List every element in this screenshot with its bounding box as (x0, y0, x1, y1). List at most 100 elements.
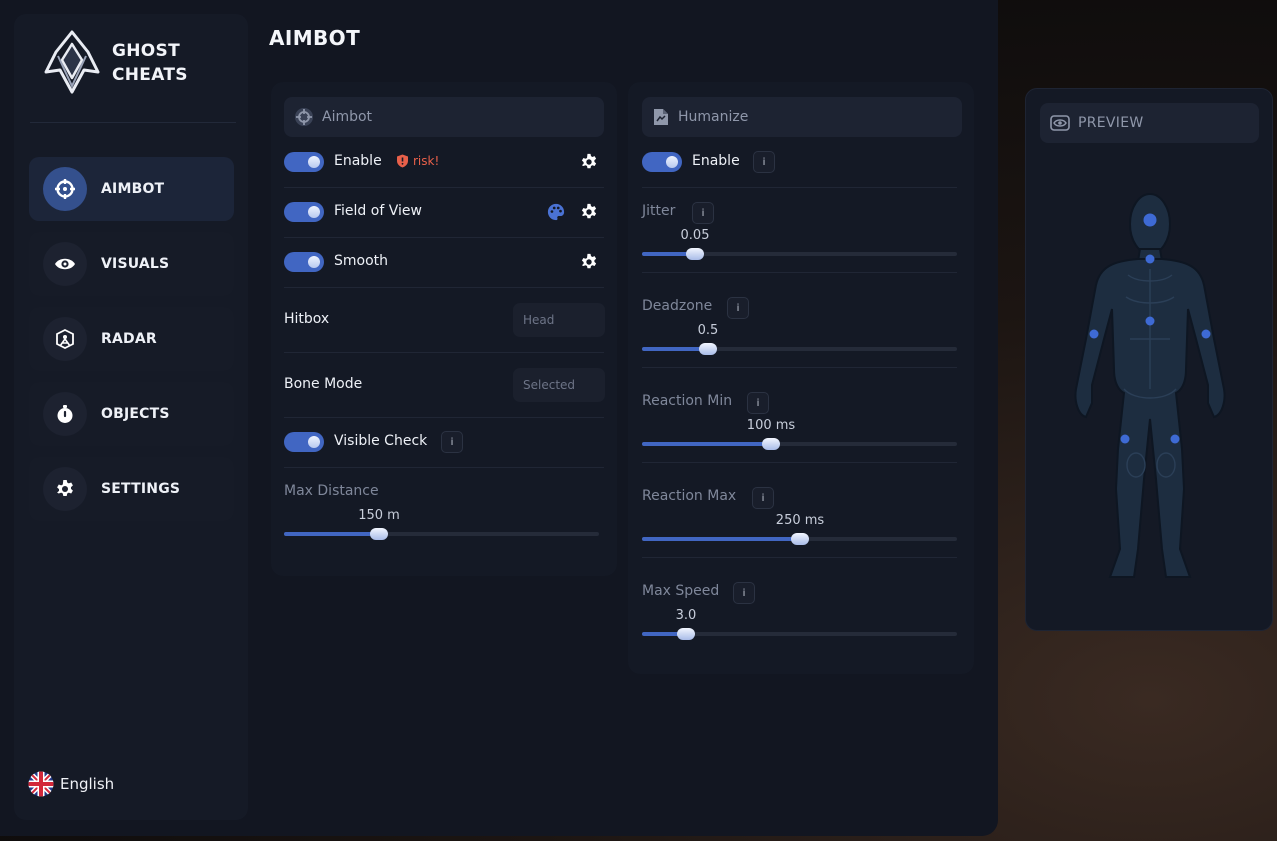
deadzone-info-button[interactable]: i (727, 297, 749, 319)
jitter-slider[interactable] (642, 246, 957, 262)
aimbot-panel-title: Aimbot (322, 109, 373, 125)
bone-point-right-knee[interactable] (1170, 434, 1180, 444)
row-divider (642, 557, 957, 558)
nav-item-radar[interactable]: RADAR (29, 307, 234, 371)
sidebar-divider (30, 122, 236, 123)
eye-icon (1050, 115, 1070, 131)
fov-label: Field of View (334, 203, 422, 219)
visible-check-toggle[interactable] (284, 432, 324, 452)
reaction-min-slider[interactable] (642, 436, 957, 452)
fov-settings-gear-icon[interactable] (580, 203, 598, 221)
slider-thumb[interactable] (370, 528, 388, 540)
bone-mode-select[interactable]: Selected (513, 368, 605, 402)
max-speed-value: 3.0 (675, 608, 697, 623)
bone-point-neck[interactable] (1145, 254, 1155, 264)
row-divider (284, 352, 604, 353)
enable-settings-gear-icon[interactable] (580, 153, 598, 171)
max-speed-label: Max Speed (642, 583, 720, 599)
risk-label: risk! (413, 154, 440, 168)
nav-label: RADAR (101, 331, 157, 347)
nav-item-aimbot[interactable]: AIMBOT (29, 157, 234, 221)
visible-check-label: Visible Check (334, 433, 428, 449)
jitter-value: 0.05 (680, 228, 710, 243)
nav-label: SETTINGS (101, 481, 181, 497)
eye-icon (43, 242, 87, 286)
deadzone-slider[interactable] (642, 341, 957, 357)
reaction-max-info-button[interactable]: i (752, 487, 774, 509)
humanize-enable-info-button[interactable]: i (753, 151, 775, 173)
row-divider (642, 187, 957, 188)
preview-header: PREVIEW (1040, 103, 1259, 143)
deadzone-value: 0.5 (697, 323, 719, 338)
language-label: English (60, 775, 115, 793)
bone-point-right-elbow[interactable] (1201, 329, 1211, 339)
bone-point-left-knee[interactable] (1120, 434, 1130, 444)
jitter-info-button[interactable]: i (692, 202, 714, 224)
row-divider (284, 467, 604, 468)
slider-thumb[interactable] (686, 248, 704, 260)
humanize-panel-title: Humanize (678, 109, 749, 125)
bone-mode-value: Selected (523, 378, 576, 392)
nav-label: AIMBOT (101, 181, 165, 197)
language-selector[interactable]: English (28, 771, 114, 797)
crosshair-icon (43, 167, 87, 211)
smooth-label: Smooth (334, 253, 389, 269)
bone-point-head[interactable] (1143, 213, 1157, 227)
max-speed-info-button[interactable]: i (733, 582, 755, 604)
nav-label: VISUALS (101, 256, 170, 272)
smooth-settings-gear-icon[interactable] (580, 253, 598, 271)
aimbot-panel-header: Aimbot (284, 97, 604, 137)
reaction-max-slider[interactable] (642, 531, 957, 547)
reaction-max-value: 250 ms (775, 513, 825, 528)
nav-item-settings[interactable]: SETTINGS (29, 457, 234, 521)
palette-icon[interactable] (547, 203, 565, 221)
max-distance-slider[interactable] (284, 526, 599, 542)
radar-icon (43, 317, 87, 361)
reaction-min-label: Reaction Min (642, 393, 733, 409)
slider-thumb[interactable] (699, 343, 717, 355)
row-divider (284, 187, 604, 188)
brand-name: GHOST CHEATS (112, 39, 188, 87)
row-divider (642, 462, 957, 463)
nav-label: OBJECTS (101, 406, 170, 422)
reaction-min-info-button[interactable]: i (747, 392, 769, 414)
hitbox-value: Head (523, 313, 555, 327)
nav-item-visuals[interactable]: VISUALS (29, 232, 234, 296)
bone-point-left-elbow[interactable] (1089, 329, 1099, 339)
preview-panel: PREVIEW (1025, 88, 1273, 631)
gear-icon (43, 467, 87, 511)
row-divider (642, 367, 957, 368)
jitter-label: Jitter (642, 203, 676, 219)
fov-toggle[interactable] (284, 202, 324, 222)
sidebar: GHOST CHEATS AIMBOT VISUALS RADAR OBJECT… (14, 14, 248, 820)
aimbot-enable-label: Enable (334, 153, 382, 169)
visible-check-info-button[interactable]: i (441, 431, 463, 453)
hitbox-select[interactable]: Head (513, 303, 605, 337)
document-icon (654, 109, 668, 125)
humanize-panel-header: Humanize (642, 97, 962, 137)
stopwatch-icon (43, 392, 87, 436)
row-divider (284, 287, 604, 288)
humanize-enable-label: Enable (692, 153, 740, 169)
smooth-toggle[interactable] (284, 252, 324, 272)
max-speed-slider[interactable] (642, 626, 957, 642)
main-window: GHOST CHEATS AIMBOT VISUALS RADAR OBJECT… (0, 0, 998, 836)
reaction-max-label: Reaction Max (642, 488, 737, 504)
slider-thumb[interactable] (791, 533, 809, 545)
row-divider (642, 272, 957, 273)
crosshair-icon (295, 108, 313, 126)
preview-title: PREVIEW (1078, 115, 1144, 131)
brand-logo: GHOST CHEATS (44, 30, 188, 96)
hitbox-label: Hitbox (284, 311, 330, 327)
slider-thumb[interactable] (677, 628, 695, 640)
brand-line-1: GHOST (112, 41, 180, 61)
nav-item-objects[interactable]: OBJECTS (29, 382, 234, 446)
bone-mode-label: Bone Mode (284, 376, 363, 392)
brand-line-2: CHEATS (112, 65, 188, 85)
page-title: AIMBOT (269, 26, 361, 50)
bone-point-chest[interactable] (1145, 316, 1155, 326)
aimbot-enable-toggle[interactable] (284, 152, 324, 172)
slider-thumb[interactable] (762, 438, 780, 450)
uk-flag-icon (28, 771, 54, 797)
humanize-enable-toggle[interactable] (642, 152, 682, 172)
